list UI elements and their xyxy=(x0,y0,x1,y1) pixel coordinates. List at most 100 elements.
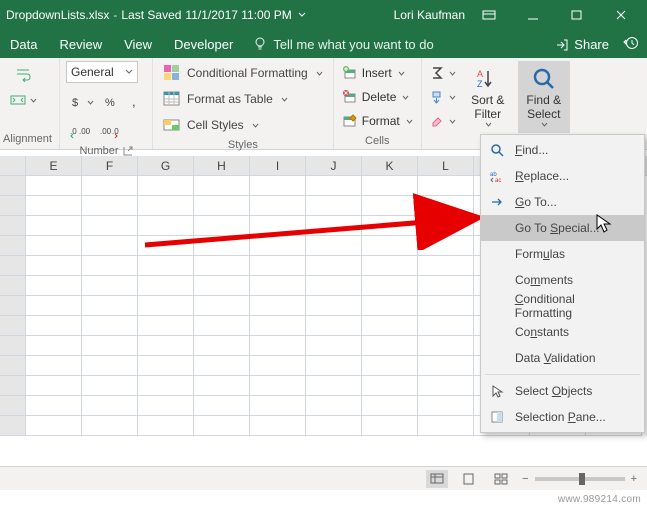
menu-selobj-label: bjects xyxy=(561,384,592,398)
find-select-button[interactable]: Find & Select xyxy=(518,61,570,133)
col-header[interactable]: J xyxy=(306,156,362,175)
merge-center-button[interactable] xyxy=(6,89,41,111)
menu-find[interactable]: Find... xyxy=(481,137,644,163)
decrease-decimal-button[interactable]: .00.0 xyxy=(96,121,124,143)
fill-button[interactable] xyxy=(428,85,458,109)
sort-filter-label: Sort & Filter xyxy=(471,94,504,120)
tell-me-box[interactable]: Tell me what you want to do xyxy=(253,37,433,52)
user-name: Lori Kaufman xyxy=(394,8,465,22)
menu-comments[interactable]: Comments xyxy=(481,267,644,293)
title-bar: DropdownLists.xlsx - Last Saved 11/1/201… xyxy=(0,0,647,30)
last-saved-time: 11/1/2017 11:00 PM xyxy=(185,8,291,22)
menu-constants[interactable]: Constants xyxy=(481,319,644,345)
maximize-button[interactable] xyxy=(557,0,597,30)
selection-pane-icon xyxy=(487,407,507,427)
menu-conditional-formatting[interactable]: Conditional Formatting xyxy=(481,293,644,319)
file-name: DropdownLists.xlsx xyxy=(6,8,109,22)
col-header[interactable]: L xyxy=(418,156,474,175)
accounting-format-button[interactable]: $ xyxy=(66,91,98,113)
svg-text:.0: .0 xyxy=(70,127,77,136)
menu-select-objects[interactable]: Select Objects xyxy=(481,378,644,404)
sort-filter-icon: AZ xyxy=(475,66,501,92)
wrap-text-button[interactable] xyxy=(6,64,41,86)
tell-me-label: Tell me what you want to do xyxy=(273,37,433,52)
zoom-slider[interactable]: − + xyxy=(522,473,637,485)
ribbon-options-button[interactable] xyxy=(469,0,509,30)
comma-format-button[interactable]: , xyxy=(124,91,146,113)
format-as-table-label: Format as Table xyxy=(187,92,273,106)
increase-decimal-button[interactable]: .0.00 xyxy=(66,121,94,143)
tab-developer[interactable]: Developer xyxy=(172,33,235,56)
zoom-in-button[interactable]: + xyxy=(631,473,637,485)
col-header[interactable]: H xyxy=(194,156,250,175)
dialog-launcher-icon[interactable] xyxy=(123,146,133,156)
fill-down-icon xyxy=(430,90,444,104)
select-all-corner[interactable] xyxy=(0,156,26,175)
menu-dataval-label: alidation xyxy=(551,351,596,365)
insert-icon xyxy=(342,65,358,81)
tab-data[interactable]: Data xyxy=(8,33,39,56)
alignment-group-label: Alignment xyxy=(3,133,52,145)
close-button[interactable] xyxy=(601,0,641,30)
col-header[interactable]: I xyxy=(250,156,306,175)
magnifier-icon xyxy=(487,140,507,160)
replace-icon: abac xyxy=(487,166,507,186)
delete-cells-button[interactable]: Delete xyxy=(340,85,415,109)
menu-goto-special[interactable]: Go To Special... xyxy=(481,215,644,241)
menu-goto[interactable]: Go To... xyxy=(481,189,644,215)
tab-review[interactable]: Review xyxy=(57,33,104,56)
conditional-formatting-button[interactable]: Conditional Formatting xyxy=(159,61,327,85)
saved-dropdown-icon[interactable] xyxy=(298,8,306,22)
page-layout-view-button[interactable] xyxy=(458,470,480,488)
zoom-out-button[interactable]: − xyxy=(522,473,528,485)
menu-replace[interactable]: abac Replace... xyxy=(481,163,644,189)
group-alignment: Alignment xyxy=(0,58,60,149)
goto-icon xyxy=(487,192,507,212)
menu-formulas[interactable]: Formulas xyxy=(481,241,644,267)
svg-text:%: % xyxy=(105,97,115,109)
cells-group-label: Cells xyxy=(365,135,389,147)
menu-goto-label: o To... xyxy=(524,195,556,209)
watermark: www.989214.com xyxy=(558,494,641,505)
cell-styles-button[interactable]: Cell Styles xyxy=(159,113,327,137)
menu-condfmt-label: onditional Formatting xyxy=(515,292,575,320)
percent-format-button[interactable]: % xyxy=(100,91,122,113)
tab-bar: Data Review View Developer Tell me what … xyxy=(0,30,647,58)
share-button[interactable]: Share xyxy=(554,37,609,52)
col-header[interactable]: G xyxy=(138,156,194,175)
tab-view[interactable]: View xyxy=(122,33,154,56)
svg-text:Z: Z xyxy=(477,79,483,89)
history-button[interactable] xyxy=(623,35,639,54)
number-group-label: Number xyxy=(79,145,118,157)
page-break-view-button[interactable] xyxy=(490,470,512,488)
menu-selpane-label: ane... xyxy=(576,410,606,424)
menu-goto-special-label: pecial... xyxy=(558,221,599,235)
cell-styles-label: Cell Styles xyxy=(187,118,244,132)
menu-data-validation[interactable]: Data Validation xyxy=(481,345,644,371)
share-label: Share xyxy=(574,37,609,52)
minimize-button[interactable] xyxy=(513,0,553,30)
format-cells-button[interactable]: Format xyxy=(340,109,415,133)
menu-separator xyxy=(485,374,640,375)
sort-filter-button[interactable]: AZ Sort & Filter xyxy=(462,61,514,133)
format-as-table-button[interactable]: Format as Table xyxy=(159,87,327,111)
clear-button[interactable] xyxy=(428,109,458,133)
number-format-value: General xyxy=(71,65,114,79)
format-as-table-icon xyxy=(163,90,181,108)
svg-text:ac: ac xyxy=(495,178,501,183)
conditional-formatting-icon xyxy=(163,64,181,82)
autosum-button[interactable] xyxy=(428,61,458,85)
cell-styles-icon xyxy=(163,116,181,134)
normal-view-button[interactable] xyxy=(426,470,448,488)
svg-text:A: A xyxy=(477,69,483,79)
menu-formulas-label: las xyxy=(550,247,565,261)
col-header[interactable]: K xyxy=(362,156,418,175)
conditional-formatting-label: Conditional Formatting xyxy=(187,66,308,80)
delete-label: Delete xyxy=(362,90,397,104)
menu-replace-label: eplace... xyxy=(524,169,569,183)
svg-text:.00: .00 xyxy=(100,127,112,136)
number-format-dropdown[interactable]: General xyxy=(66,61,138,83)
find-select-label: Find & Select xyxy=(526,94,561,120)
menu-selection-pane[interactable]: Selection Pane... xyxy=(481,404,644,430)
insert-cells-button[interactable]: Insert xyxy=(340,61,415,85)
